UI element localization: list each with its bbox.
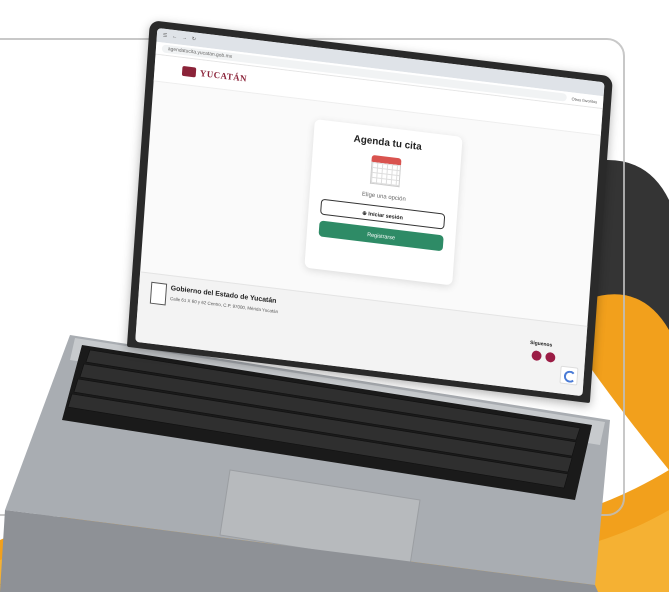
appointment-card: Agenda tu cita Elige una opción ⊕ Inicia… [304, 118, 463, 286]
forward-icon[interactable]: → [182, 35, 187, 42]
follow-label: Síguenos [529, 339, 553, 349]
browser-window: ☰ ← → ↻ agendatucita.yucatan.gob.mx Otro… [135, 27, 605, 397]
logo-icon [181, 65, 197, 78]
back-icon[interactable]: ← [172, 34, 177, 41]
calendar-icon [369, 154, 402, 188]
reload-icon[interactable]: ↻ [192, 36, 197, 42]
site-logo-text[interactable]: YUCATÁN [200, 68, 248, 84]
government-seal-icon [149, 281, 168, 306]
card-title: Agenda tu cita [353, 133, 422, 153]
recaptcha-icon[interactable] [559, 365, 579, 386]
social-icon[interactable] [531, 350, 542, 362]
social-links [531, 350, 556, 363]
login-button-label: Iniciar sesión [368, 211, 404, 222]
menu-icon[interactable]: ☰ [163, 33, 168, 39]
social-icon[interactable] [545, 351, 556, 363]
register-button-label: Registrarse [366, 232, 396, 242]
bookmark-folder[interactable]: Otros favoritos [571, 96, 597, 104]
laptop-screen: ☰ ← → ↻ agendatucita.yucatan.gob.mx Otro… [126, 20, 613, 404]
